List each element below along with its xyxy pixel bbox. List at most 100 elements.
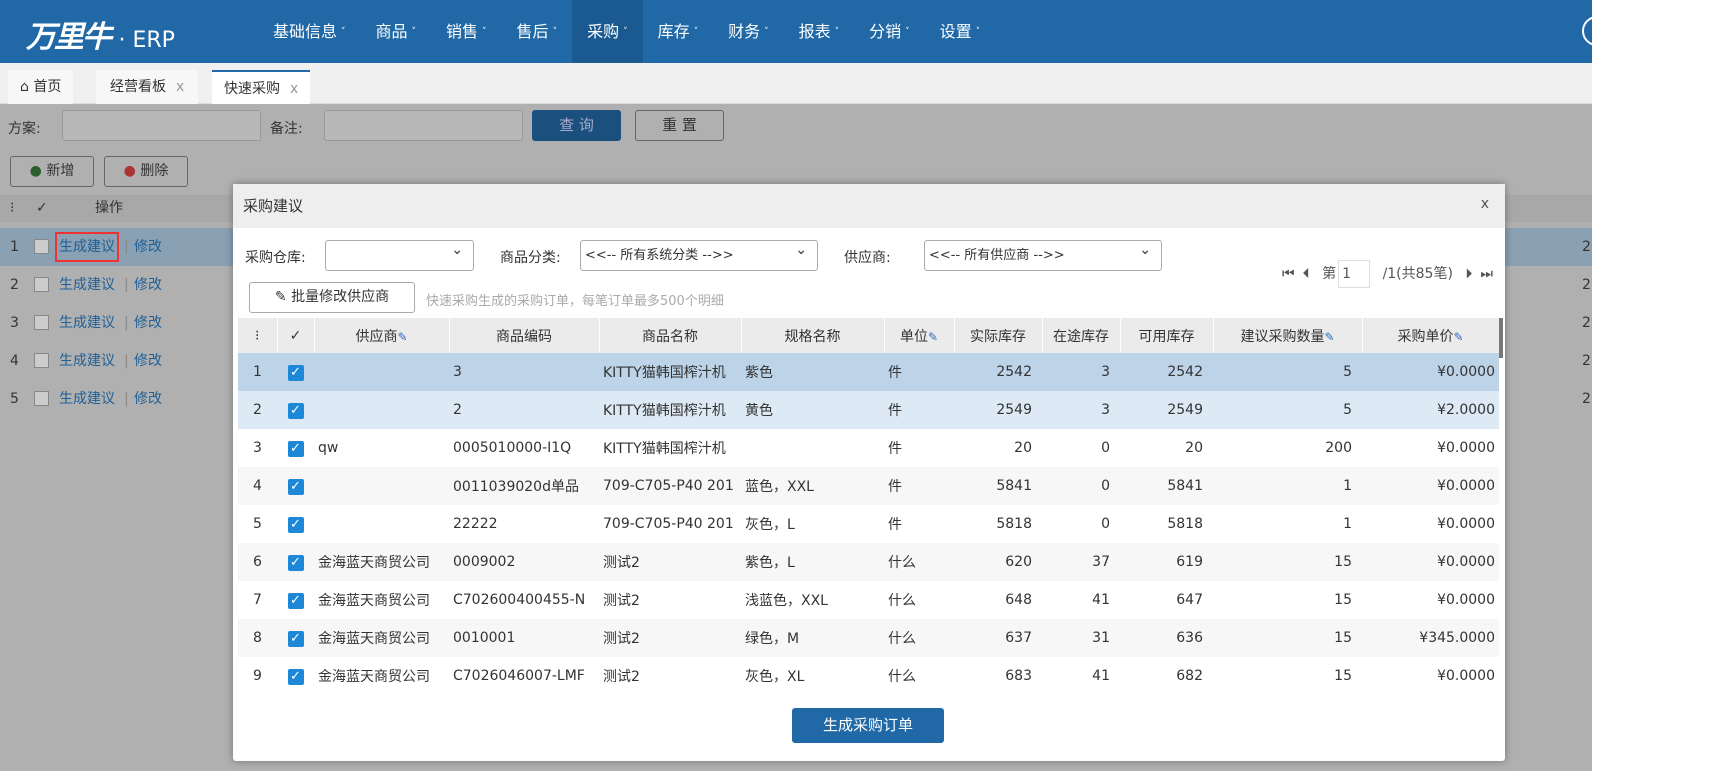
nav-item[interactable]: 分销 ˅ [854,0,925,63]
row-checkbox-checked[interactable]: ✓ [287,478,304,495]
row-checkbox-checked[interactable]: ✓ [287,668,304,685]
nav-item[interactable]: 库存 ˅ [643,0,714,63]
row-checkbox[interactable] [34,353,49,368]
cell: 0010001 [449,619,599,657]
reset-button[interactable]: 重 置 [635,110,724,141]
row-checkbox-checked[interactable]: ✓ [287,364,304,381]
cell: 0011039020d单品 [449,467,599,505]
page-input[interactable]: 1 [1338,260,1371,288]
nav-item[interactable]: 商品 ˅ [361,0,432,63]
edit-link[interactable]: 修改 [134,228,162,266]
row-checkbox-checked[interactable]: ✓ [287,402,304,419]
generate-suggestion-link[interactable]: 生成建议 [59,266,115,304]
close-icon[interactable]: x [1481,196,1489,212]
column-header[interactable]: 建议采购数量✎ [1213,318,1363,353]
table-row[interactable]: 2 ✓ 2 KITTY猫韩国榨汁机 黄色件 2549 3 2549 5 ¥2.0000 [238,391,1499,429]
column-header[interactable]: 实际库存 [954,318,1043,353]
next-page-icon[interactable]: ⏵ [1465,266,1472,282]
column-header[interactable]: 规格名称 [741,318,885,353]
row-checkbox-checked[interactable]: ✓ [287,554,304,571]
row-checkbox-checked[interactable]: ✓ [287,516,304,533]
edit-link[interactable]: 修改 [134,266,162,304]
generate-suggestion-link[interactable]: 生成建议 [59,342,115,380]
row-checkbox[interactable] [34,315,49,330]
nav-item[interactable]: 报表 ˅ [784,0,855,63]
first-page-icon[interactable]: ⏮ [1282,266,1295,282]
generate-suggestion-link[interactable]: 生成建议 [59,380,115,418]
prev-page-icon[interactable]: ⏴ [1303,266,1310,282]
query-button[interactable]: 查 询 [532,110,621,141]
plan-input[interactable] [62,110,261,141]
warehouse-select[interactable] [325,236,474,271]
nav-item[interactable]: 设置 ˅ [925,0,996,63]
cell: 2 [449,391,599,429]
last-page-icon[interactable]: ⏭ [1480,266,1493,282]
table-row[interactable]: 8 ✓ 金海蓝天商贸公司 0010001 测试2 绿色，M 什么 637 31 636 15 ¥345… [238,619,1499,657]
cell: 22222 [453,516,498,532]
row-checkbox-checked[interactable]: ✓ [287,592,304,609]
edit-pencil-icon[interactable]: ✎ [928,330,938,344]
col-actions: 操作 [95,200,123,216]
row-number: 9 [253,668,262,684]
column-header[interactable]: 商品名称 [599,318,742,353]
table-row[interactable]: 4 ✓ 0011039020d单品 709-C705-P40 201 蓝色，XXL 件 58… [238,467,1499,505]
column-header[interactable]: 在途库存 [1042,318,1121,353]
warehouse-label: 采购仓库: [245,250,306,266]
row-checkbox[interactable] [34,239,49,254]
category-select[interactable]: <<-- 所有系统分类 -->> [580,236,818,271]
edit-pencil-icon[interactable]: ✎ [397,330,407,344]
row-checkbox-checked[interactable]: ✓ [287,630,304,647]
edit-pencil-icon[interactable]: ✎ [1453,330,1463,344]
cell: 5 [1213,353,1362,391]
table-row[interactable]: 1 ✓ 3 KITTY猫韩国榨汁机 紫色件 2542 3 2542 5 ¥0.0000 [238,353,1499,391]
nav-item[interactable]: 售后 ˅ [502,0,573,63]
cell: C7026046007-LMF [453,668,585,684]
edit-link[interactable]: 修改 [134,342,162,380]
edit-link[interactable]: 修改 [134,380,162,418]
column-header[interactable]: ✓ [277,318,315,353]
tab-quick-purchase[interactable]: 快速采购 x [212,70,311,104]
tab-home[interactable]: ⌂ 首页 [8,70,74,104]
batch-edit-supplier-button[interactable]: ✎ 批量修改供应商 [249,282,415,313]
edit-link[interactable]: 修改 [134,304,162,342]
nav-item[interactable]: 财务 ˅ [713,0,784,63]
row-checkbox-checked[interactable]: ✓ [287,440,304,457]
nav-item[interactable]: 销售 ˅ [431,0,502,63]
cell: ¥0.0000 [1437,592,1495,608]
close-icon[interactable]: x [290,81,298,97]
column-header[interactable]: 供应商✎ [314,318,450,353]
remark-label: 备注: [270,121,303,137]
column-header[interactable]: 商品编码 [449,318,600,353]
supplier-select[interactable]: <<-- 所有供应商 -->> [924,236,1162,271]
logo[interactable]: 万里牛 · ERP [26,12,175,56]
remark-input[interactable] [324,110,523,141]
tab-dashboard[interactable]: 经营看板 x [96,70,199,104]
select-all[interactable]: ✓ [36,195,48,222]
close-icon[interactable]: x [176,79,184,95]
column-header[interactable]: ⁝ [238,318,278,353]
generate-suggestion-link[interactable]: 生成建议 [55,232,119,262]
row-checkbox[interactable] [34,391,49,406]
cell: 件 [888,441,902,457]
row-date: 2( [1582,277,1592,293]
table-scrollbar[interactable] [1499,318,1503,358]
generate-purchase-order-button[interactable]: 生成采购订单 [792,708,944,743]
column-header[interactable]: 采购单价✎ [1362,318,1500,353]
table-row[interactable]: 6 ✓ 金海蓝天商贸公司 0009002 测试2 紫色，L 什么 620 37 619 15 ¥0.0… [238,543,1499,581]
table-row[interactable]: 5 ✓ 22222 709-C705-P40 201 灰色，L 件 5818 0 5818 1 ¥0… [238,505,1499,543]
user-avatar-icon[interactable] [1582,16,1592,46]
table-row[interactable]: 3 ✓ qw 0005010000-I1Q KITTY猫韩国榨汁机件 20 0 20 200 ¥0… [238,429,1499,467]
row-checkbox[interactable] [34,277,49,292]
add-button[interactable]: ● 新增 [10,156,94,187]
cell [314,505,449,543]
column-header[interactable]: 单位✎ [884,318,955,353]
table-row[interactable]: 7 ✓ 金海蓝天商贸公司 C702600400455-N 测试2 浅蓝色，XXL 什么 648… [238,581,1499,619]
generate-suggestion-link[interactable]: 生成建议 [59,304,115,342]
nav-item[interactable]: 基础信息 ˅ [258,0,361,63]
cell: 20 [1014,440,1032,456]
delete-button[interactable]: ● 删除 [104,156,188,187]
nav-item[interactable]: 采购 ˅ [572,0,643,63]
column-header[interactable]: 可用库存 [1120,318,1214,353]
table-row[interactable]: 9 ✓ 金海蓝天商贸公司 C7026046007-LMF 测试2 灰色，XL 什么 683 41… [238,657,1499,695]
edit-pencil-icon[interactable]: ✎ [1324,330,1334,344]
